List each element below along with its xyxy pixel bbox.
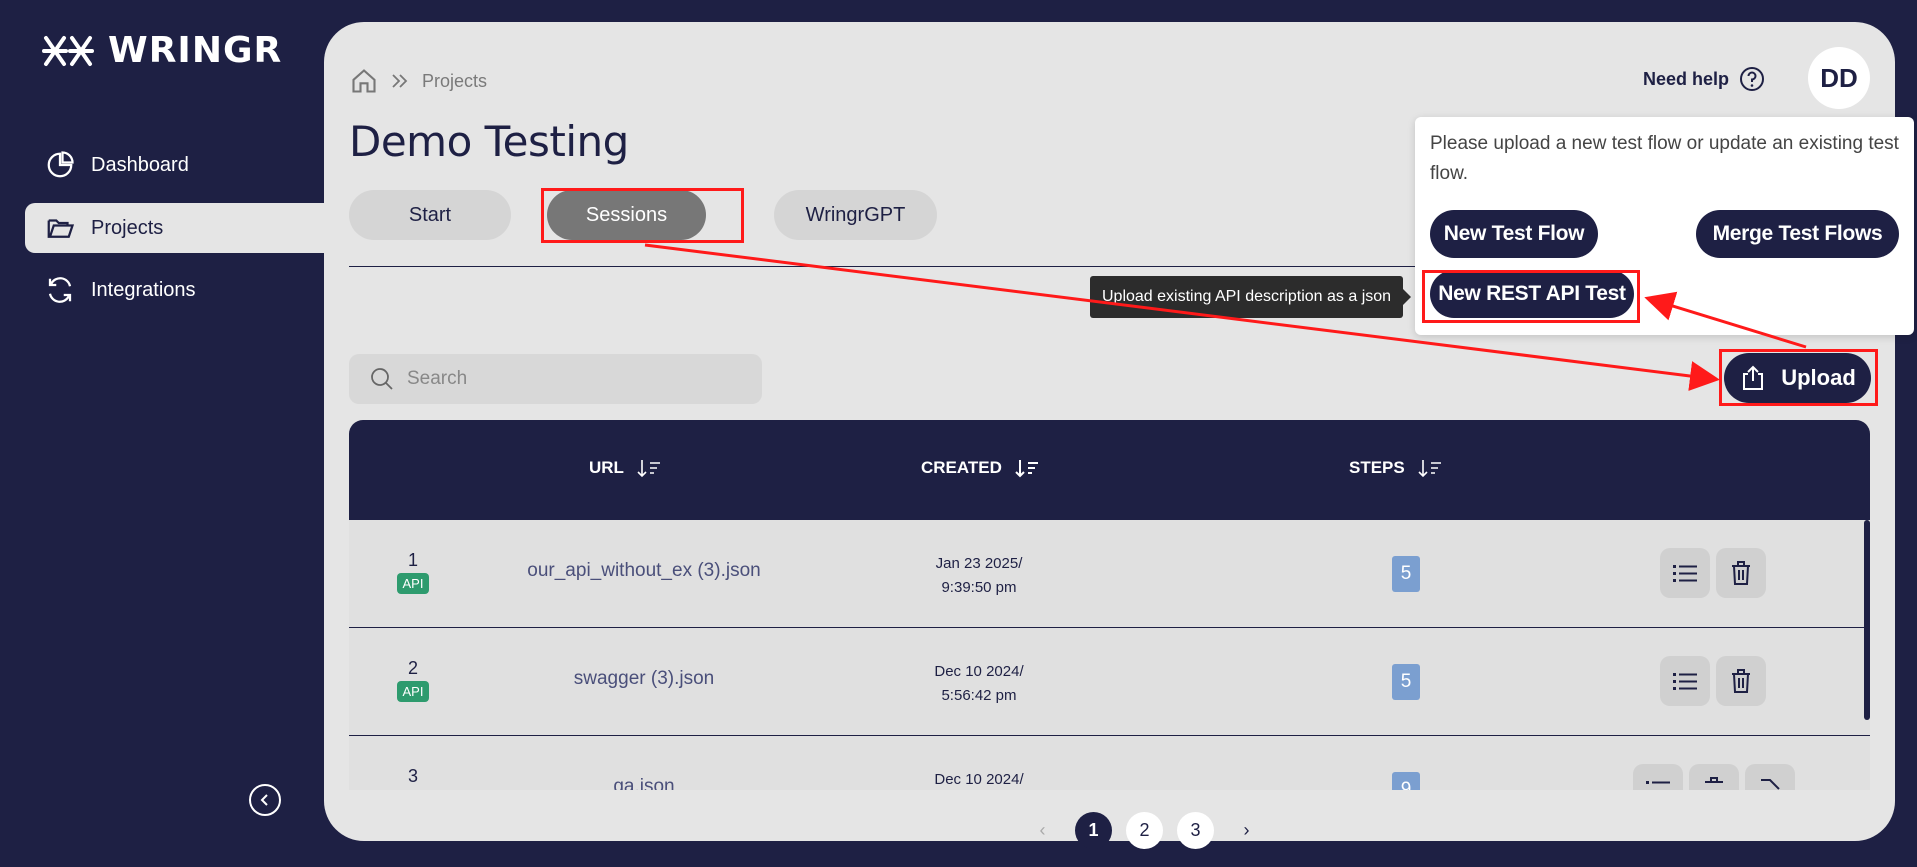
merge-test-flows-button[interactable]: Merge Test Flows <box>1696 210 1899 258</box>
page-button-3[interactable]: 3 <box>1177 812 1214 849</box>
chevron-left-icon <box>260 794 268 806</box>
sidebar-item-integrations[interactable]: Integrations <box>25 265 325 315</box>
logo[interactable]: WRINGR <box>42 30 282 71</box>
steps-badge: 5 <box>1392 556 1420 592</box>
breadcrumb: Projects <box>350 67 487 95</box>
popup-text: Please upload a new test flow or update … <box>1430 133 1899 184</box>
highlight-new-rest-api-test <box>1422 270 1640 323</box>
sidebar-item-label: Dashboard <box>91 153 189 176</box>
api-badge: API <box>396 573 430 594</box>
delete-button[interactable] <box>1716 656 1766 706</box>
table-header: URL CREATED STEPS <box>349 420 1870 520</box>
search-box[interactable] <box>349 354 762 404</box>
pagination: ‹ 1 2 3 › <box>324 812 1895 849</box>
row-created: Dec 10 2024/ <box>934 771 1024 788</box>
sessions-table: URL CREATED STEPS 1 API our_api_without_… <box>349 420 1870 790</box>
page-button-1[interactable]: 1 <box>1075 812 1112 849</box>
need-help-link[interactable]: Need help <box>1643 66 1765 92</box>
sidebar-item-projects[interactable]: Projects <box>25 203 325 253</box>
new-test-flow-button[interactable]: New Test Flow <box>1430 210 1598 258</box>
sort-icon <box>637 460 660 478</box>
tag-button[interactable] <box>1745 764 1795 790</box>
logo-text: WRINGR <box>108 30 283 71</box>
list-icon <box>1673 565 1697 582</box>
refresh-icon <box>48 277 72 303</box>
breadcrumb-projects[interactable]: Projects <box>422 71 487 92</box>
view-steps-button[interactable] <box>1660 656 1710 706</box>
table-row[interactable]: 2 API swagger (3).json Dec 10 2024/ 5:56… <box>349 628 1870 736</box>
list-icon <box>1673 673 1697 690</box>
row-created: Dec 10 2024/ 5:56:42 pm <box>934 663 1024 704</box>
delete-button[interactable] <box>1716 548 1766 598</box>
trash-icon <box>1705 777 1723 783</box>
table-scrollbar[interactable] <box>1864 520 1870 720</box>
home-icon[interactable] <box>350 67 378 95</box>
row-index: 3 <box>407 766 418 786</box>
column-steps[interactable]: STEPS <box>1349 458 1443 478</box>
search-input[interactable] <box>407 368 727 390</box>
collapse-sidebar-button[interactable] <box>249 784 281 816</box>
prev-page-button[interactable]: ‹ <box>1024 812 1061 849</box>
double-chevron-right-icon <box>392 74 408 88</box>
page-title: Demo Testing <box>349 117 629 166</box>
tooltip: Upload existing API description as a jso… <box>1090 276 1412 318</box>
tab-start[interactable]: Start <box>349 190 511 240</box>
table-row[interactable]: 3 qa.json Dec 10 2024/ 9 <box>349 736 1870 790</box>
next-page-button[interactable]: › <box>1228 812 1265 849</box>
steps-badge: 5 <box>1392 664 1420 700</box>
sort-icon <box>1418 460 1441 478</box>
highlight-upload <box>1719 349 1878 406</box>
sidebar-item-label: Projects <box>91 216 164 239</box>
sidebar-item-dashboard[interactable]: Dashboard <box>25 140 325 190</box>
view-steps-button[interactable] <box>1633 764 1683 790</box>
highlight-sessions <box>541 188 744 243</box>
avatar[interactable]: DD <box>1808 47 1870 109</box>
steps-badge: 9 <box>1392 772 1420 790</box>
folder-icon <box>47 219 75 238</box>
search-icon <box>371 368 393 390</box>
column-url[interactable]: URL <box>589 458 662 478</box>
tag-icon <box>1761 779 1780 790</box>
view-steps-button[interactable] <box>1660 548 1710 598</box>
tab-wringrgpt[interactable]: WringrGPT <box>774 190 937 240</box>
help-circle-icon <box>1740 67 1764 91</box>
row-index: 2 API <box>393 658 433 702</box>
sort-icon <box>1015 460 1038 478</box>
need-help-label: Need help <box>1642 68 1729 89</box>
row-index: 1 API <box>393 550 433 594</box>
trash-icon <box>1732 561 1750 585</box>
list-icon <box>1646 781 1670 784</box>
sidebar: WRINGR Dashboard Projects Integrations <box>0 0 325 867</box>
wringr-logo-icon <box>42 35 94 66</box>
table-row[interactable]: 1 API our_api_without_ex (3).json Jan 23… <box>349 520 1870 628</box>
page-button-2[interactable]: 2 <box>1126 812 1163 849</box>
sidebar-item-label: Integrations <box>91 278 196 301</box>
tabs-divider <box>349 266 1549 267</box>
delete-button[interactable] <box>1689 764 1739 790</box>
row-url[interactable]: our_api_without_ex (3).json <box>494 560 794 582</box>
api-badge: API <box>396 681 430 702</box>
row-created: Jan 23 2025/ 9:39:50 pm <box>935 555 1023 596</box>
column-created[interactable]: CREATED <box>921 458 1040 478</box>
row-url[interactable]: swagger (3).json <box>494 668 794 690</box>
trash-icon <box>1732 669 1750 693</box>
row-url[interactable]: qa.json <box>494 776 794 790</box>
pie-chart-icon <box>47 151 74 178</box>
